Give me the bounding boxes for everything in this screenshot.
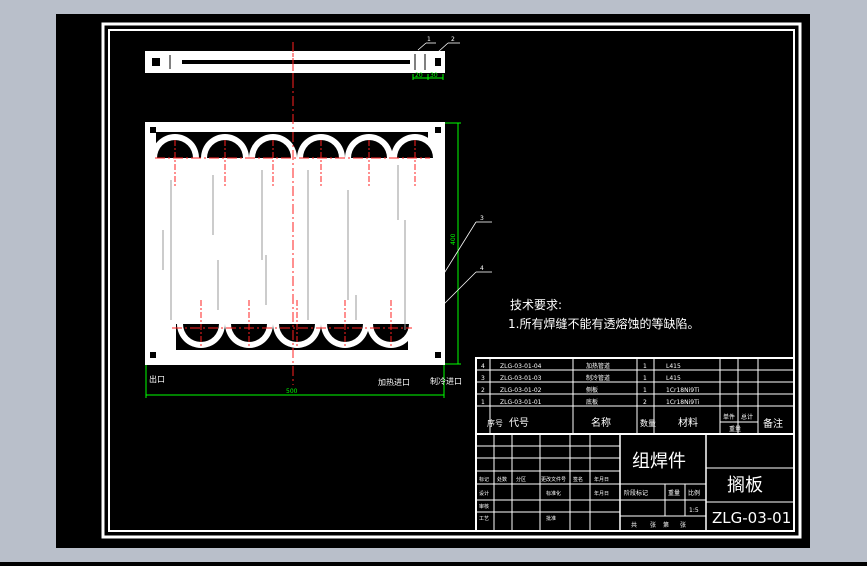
rev-count-label: 处数 [497, 476, 507, 483]
drawing-viewport: 20 30 1 2 400 500 3 4 出口 加热进口 制冷进口 技术要求:… [0, 0, 867, 562]
bom-no: 4 [481, 363, 485, 370]
rev-mark-label: 标记 [479, 476, 489, 483]
bom-material: L415 [666, 375, 681, 382]
bom-name: 侧板 [586, 386, 598, 394]
bom-no: 2 [481, 387, 485, 394]
bom-code: ZLG-03-01-03 [500, 375, 542, 382]
cad-drawing: 20 30 1 2 400 500 3 4 出口 加热进口 制冷进口 技术要求:… [0, 0, 867, 562]
bom-material: 1Cr18Ni9Ti [666, 387, 700, 394]
std-label: 标准化 [546, 490, 561, 497]
bom-name: 制冷管道 [586, 374, 610, 382]
bom-no: 3 [481, 375, 485, 382]
corner-hole [435, 127, 441, 133]
rev-sign-label: 签名 [573, 476, 583, 483]
bom-header-mat: 材料 [678, 416, 698, 429]
bom-no: 1 [481, 399, 485, 406]
rev-docno-label: 更改文件号 [541, 476, 566, 483]
sheet-no-label: 第 [663, 521, 669, 529]
stage-mark-label: 阶段标记 [624, 489, 648, 497]
dim-height: 400 [450, 233, 457, 245]
bom-header-remark: 备注 [763, 417, 783, 430]
callout-2: 2 [451, 36, 455, 43]
craft-label: 工艺 [479, 516, 489, 522]
callout-1: 1 [427, 36, 431, 43]
assembly-name: 组焊件 [632, 451, 686, 472]
bom-qty: 2 [643, 399, 647, 406]
coolant-inlet-label: 制冷进口 [430, 376, 462, 386]
approve-label: 批准 [546, 515, 556, 522]
bom-qty: 1 [643, 363, 647, 370]
bom-header-total: 总计 [741, 413, 753, 421]
bom-name: 加热管道 [586, 362, 610, 370]
sheets-total-label: 共 [631, 521, 637, 529]
top-view-hole [152, 58, 160, 66]
dim-width: 500 [286, 388, 298, 395]
bom-header-weight: 重量 [729, 425, 741, 433]
rev-zone-label: 分区 [516, 476, 526, 483]
bom-header-unit: 单件 [723, 413, 735, 421]
bom-material: 1Cr18Ni9Ti [666, 399, 700, 406]
check-label: 审核 [479, 503, 489, 510]
callout-3: 3 [480, 215, 484, 222]
dim-20: 20 [415, 72, 423, 79]
feed-inlet-label: 加热进口 [378, 377, 410, 387]
weight-label: 重量 [668, 489, 680, 497]
bom-code: ZLG-03-01-02 [500, 387, 542, 394]
outlet-label: 出口 [149, 374, 165, 384]
bom-code: ZLG-03-01-04 [500, 363, 542, 370]
bom-header-code: 代号 [509, 417, 529, 429]
callout-4: 4 [480, 265, 484, 272]
part-name: 搁板 [727, 475, 763, 496]
bom-name: 底板 [586, 398, 598, 406]
corner-hole [150, 127, 156, 133]
tech-title: 技术要求: [510, 298, 562, 312]
top-view-hole [435, 58, 441, 66]
bom-material: L415 [666, 363, 681, 370]
bom-header-qty: 数量 [640, 418, 656, 428]
corner-hole [150, 352, 156, 358]
bom-header-no: 序号 [487, 418, 503, 428]
ratio-label: 比例 [688, 489, 700, 497]
design-label: 设计 [479, 490, 489, 497]
scale-value: 1:5 [689, 507, 699, 514]
bom-code: ZLG-03-01-01 [500, 399, 542, 406]
sheet-label: 张 [650, 521, 656, 529]
bom-header-name: 名称 [591, 416, 611, 429]
bom-qty: 1 [643, 387, 647, 394]
drawing-number: ZLG-03-01 [712, 509, 791, 527]
std-date-label: 年月日 [594, 490, 609, 497]
sheet-label-2: 张 [680, 521, 686, 529]
rev-date-label: 年月日 [594, 476, 609, 483]
tech-item-1: 1.所有焊缝不能有透熔蚀的等缺陷。 [508, 316, 699, 331]
corner-hole [435, 352, 441, 358]
dim-30: 30 [430, 72, 438, 79]
bom-qty: 1 [643, 375, 647, 382]
